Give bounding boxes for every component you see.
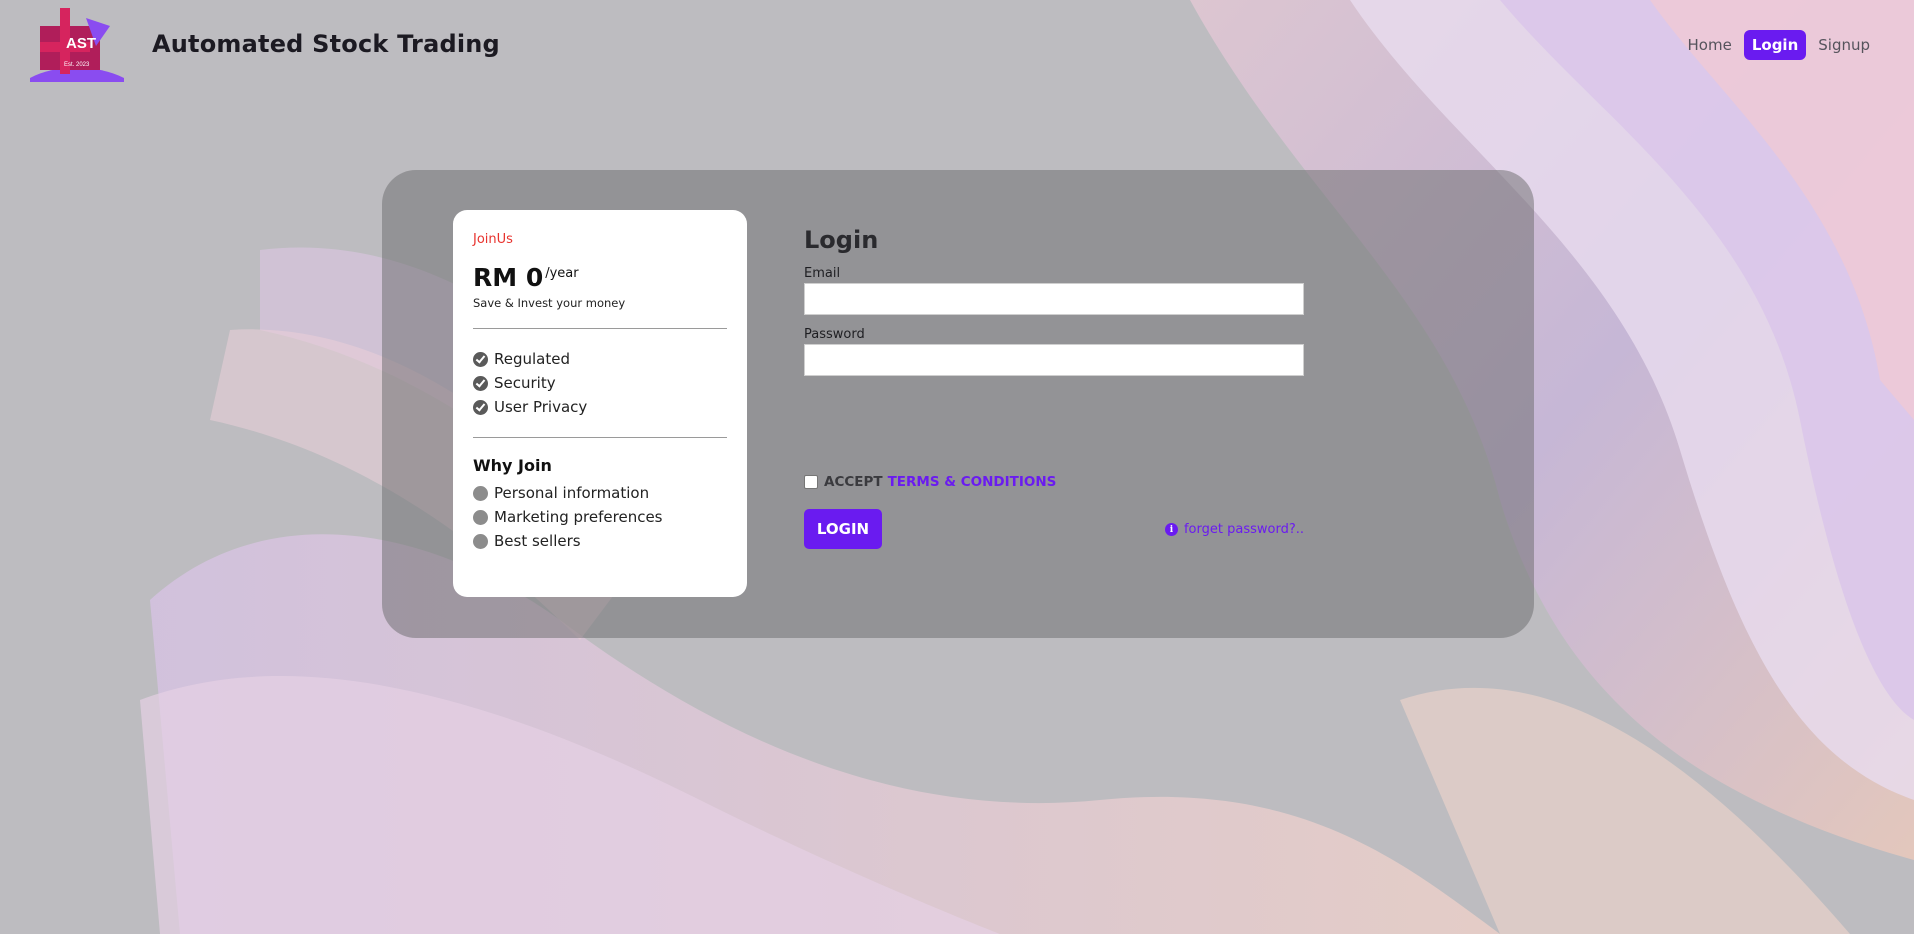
price-amount: RM 0 xyxy=(473,263,544,292)
brand[interactable]: AST Est. 2023 Automated Stock Trading xyxy=(26,6,500,82)
nav-login-link[interactable]: Login xyxy=(1743,30,1807,60)
reason-item: Best sellers xyxy=(473,529,727,553)
svg-text:AST: AST xyxy=(66,35,96,52)
reason-label: Marketing preferences xyxy=(494,508,663,526)
email-label: Email xyxy=(804,266,841,281)
email-field[interactable] xyxy=(804,283,1304,315)
reason-label: Best sellers xyxy=(494,532,581,550)
login-button[interactable]: LOGIN xyxy=(804,509,882,549)
password-field[interactable] xyxy=(804,344,1304,376)
check-circle-icon xyxy=(473,351,488,367)
check-circle-icon xyxy=(473,399,488,415)
form-title: Login xyxy=(804,226,879,254)
price-period: /year xyxy=(545,266,579,281)
feature-item: Regulated xyxy=(473,347,727,371)
why-join-title: Why Join xyxy=(473,456,552,475)
join-label: JoinUs xyxy=(473,232,513,247)
terms-checkbox[interactable] xyxy=(804,475,818,489)
reason-item: Marketing preferences xyxy=(473,505,727,529)
info-icon: i xyxy=(1164,523,1178,536)
accept-label: ACCEPT xyxy=(824,474,883,490)
feature-label: Regulated xyxy=(494,350,570,368)
price-subtitle: Save & Invest your money xyxy=(473,296,626,310)
brand-title: Automated Stock Trading xyxy=(152,30,500,58)
terms-row: ACCEPT TERMS & CONDITIONS xyxy=(804,474,1056,490)
forgot-password-label: forget password?.. xyxy=(1183,522,1304,537)
reason-item: Personal information xyxy=(473,481,727,505)
price: RM 0 /year xyxy=(473,263,727,292)
nav-links: Home Login Signup xyxy=(1680,30,1878,60)
pricing-card: JoinUs RM 0 /year Save & Invest your mon… xyxy=(453,210,747,597)
feature-item: User Privacy xyxy=(473,395,727,419)
circle-icon xyxy=(473,509,488,525)
terms-link[interactable]: TERMS & CONDITIONS xyxy=(888,474,1057,490)
navbar: AST Est. 2023 Automated Stock Trading Ho… xyxy=(0,0,1914,90)
forgot-password-link[interactable]: i forget password?.. xyxy=(1164,522,1304,537)
svg-text:Est. 2023: Est. 2023 xyxy=(64,62,90,68)
feature-label: User Privacy xyxy=(494,398,588,416)
ast-logo-icon: AST Est. 2023 xyxy=(30,8,124,82)
divider xyxy=(473,437,727,438)
nav-signup-link[interactable]: Signup xyxy=(1810,30,1878,60)
nav-home-link[interactable]: Home xyxy=(1680,30,1740,60)
login-panel: JoinUs RM 0 /year Save & Invest your mon… xyxy=(382,170,1534,638)
divider xyxy=(473,328,727,329)
reason-label: Personal information xyxy=(494,484,650,502)
feature-label: Security xyxy=(494,374,556,392)
circle-icon xyxy=(473,533,488,549)
circle-icon xyxy=(473,485,488,501)
login-form: Login Email Password ACCEPT TERMS & COND… xyxy=(804,226,1304,549)
check-circle-icon xyxy=(473,375,488,391)
feature-item: Security xyxy=(473,371,727,395)
password-label: Password xyxy=(804,327,865,342)
